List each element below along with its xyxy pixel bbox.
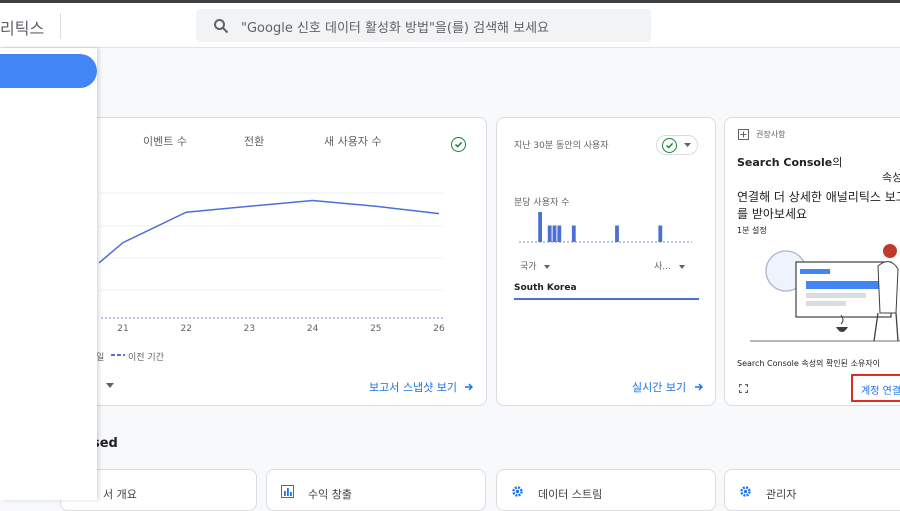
recommendation-note: Search Console 속성의 확인된 소유자이 xyxy=(737,359,881,368)
recommendation-line3: 연결해 더 상세한 애널리틱스 보고 xyxy=(737,190,900,204)
recommendation-line4: 를 받아보세요 xyxy=(737,207,808,221)
bar xyxy=(658,225,663,242)
x-tick-label: 21 xyxy=(117,324,128,334)
gear-icon xyxy=(740,486,751,497)
quick-card-admin[interactable]: 관리자 xyxy=(724,469,900,511)
legend-prev-swatch xyxy=(111,354,125,356)
overview-card: 이벤트 수 전환 새 사용자 수 21 22 23 24 25 26 일 이전 기간 보고… xyxy=(60,117,487,406)
recommendation-line2: 속성 xyxy=(882,171,900,184)
column-users[interactable]: 사... xyxy=(654,259,685,272)
column-country[interactable]: 국가 xyxy=(520,259,551,272)
realtime-card: 지난 30분 동안의 사용자 분당 사용자 수 국가 사... South Ko… xyxy=(496,117,716,406)
x-tick-label: 24 xyxy=(307,324,319,334)
connect-account-button[interactable]: 계정 연결 xyxy=(851,374,900,402)
bar xyxy=(557,225,562,242)
sort-arrow-icon xyxy=(544,265,551,269)
overview-line-chart: 21 22 23 24 25 26 xyxy=(98,192,445,334)
realtime-title: 지난 30분 동안의 사용자 xyxy=(514,141,609,151)
quick-card-monetization[interactable]: 수익 창출 xyxy=(266,469,486,511)
bar xyxy=(571,225,576,242)
expand-icon[interactable] xyxy=(739,384,748,393)
bar xyxy=(552,225,557,242)
plus-box-icon xyxy=(738,129,749,140)
top-bar: 리틱스 "Google 신호 데이터 활성화 방법"을(를) 검색해 보세요 xyxy=(0,3,900,48)
view-realtime-link[interactable]: 실시간 보기 xyxy=(632,379,704,395)
per-minute-bar-chart xyxy=(519,212,692,243)
navigation-drawer xyxy=(0,48,97,500)
country-row-bar xyxy=(514,298,699,300)
setup-time: 1분 설정 xyxy=(737,226,767,235)
view-snapshot-link[interactable]: 보고서 스냅샷 보기 xyxy=(369,379,474,395)
bar xyxy=(547,225,552,242)
search-icon xyxy=(214,19,229,34)
x-tick-label: 25 xyxy=(370,324,381,334)
view-snapshot-label: 보고서 스냅샷 보기 xyxy=(369,381,457,394)
realtime-status-chip[interactable] xyxy=(656,135,698,155)
arrow-right-icon xyxy=(694,383,703,391)
product-logo-text[interactable]: 리틱스 xyxy=(0,15,44,39)
search-bar[interactable]: "Google 신호 데이터 활성화 방법"을(를) 검색해 보세요 xyxy=(196,9,651,42)
legend-prev-label: 이전 기간 xyxy=(128,353,164,363)
x-tick-label: 22 xyxy=(180,324,191,334)
recommendation-card: 권장사항 Search Console의 속성 연결해 더 상세한 애널리틱스 … xyxy=(724,117,900,406)
realtime-check-icon xyxy=(662,138,677,153)
bar-chart-icon xyxy=(281,485,294,498)
legend-current-label: 일 xyxy=(96,353,105,363)
search-placeholder: "Google 신호 데이터 활성화 방법"을(를) 검색해 보세요 xyxy=(241,21,550,36)
bar xyxy=(615,225,619,242)
bar xyxy=(538,212,542,242)
connect-account-label: 계정 연결 xyxy=(861,386,900,397)
title-bold: Search Console xyxy=(737,156,833,169)
arrow-right-icon xyxy=(465,383,474,391)
chevron-down-icon xyxy=(684,143,691,147)
view-realtime-label: 실시간 보기 xyxy=(632,381,687,394)
quick-card-data-streams[interactable]: 데이터 스트림 xyxy=(496,469,716,511)
sort-arrow-icon xyxy=(678,265,685,269)
x-tick-label: 23 xyxy=(244,324,255,334)
recommendation-tag: 권장사항 xyxy=(756,130,786,139)
gear-icon xyxy=(512,486,523,497)
header-divider xyxy=(60,13,61,39)
x-tick-label: 26 xyxy=(433,324,445,334)
column-country-label: 국가 xyxy=(520,262,537,272)
illustration xyxy=(750,244,900,342)
country-row-name: South Korea xyxy=(514,283,577,293)
title-suffix: 의 xyxy=(832,156,843,169)
dropdown-arrow-icon[interactable] xyxy=(106,383,114,389)
recommendation-title: Search Console의 xyxy=(737,154,842,170)
nav-item-active[interactable] xyxy=(0,54,97,88)
column-users-label: 사... xyxy=(654,262,671,272)
current-period-series xyxy=(98,199,440,264)
